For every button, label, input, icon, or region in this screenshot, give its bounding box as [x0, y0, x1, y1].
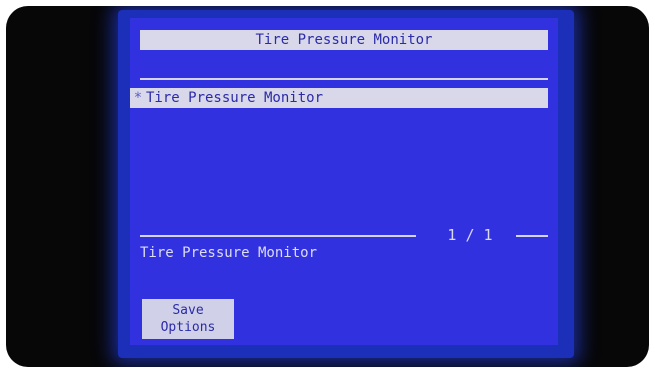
menu-item-label: Tire Pressure Monitor — [146, 90, 324, 106]
menu-item-tire-pressure-monitor[interactable]: * Tire Pressure Monitor — [130, 88, 548, 108]
save-options-label-line2: Options — [160, 320, 216, 335]
screen-title: Tire Pressure Monitor — [140, 30, 548, 50]
divider-top — [140, 78, 548, 80]
divider-bottom-left — [140, 235, 416, 237]
divider-bottom-right — [516, 235, 548, 237]
item-description: Tire Pressure Monitor — [140, 245, 318, 261]
device-frame: Tire Pressure Monitor * Tire Pressure Mon… — [6, 6, 649, 367]
selection-star-icon: * — [133, 90, 143, 106]
save-options-label-line1: Save — [172, 303, 204, 318]
display-screen: Tire Pressure Monitor * Tire Pressure Mon… — [130, 18, 558, 345]
save-options-button[interactable]: Save Options — [142, 299, 234, 339]
